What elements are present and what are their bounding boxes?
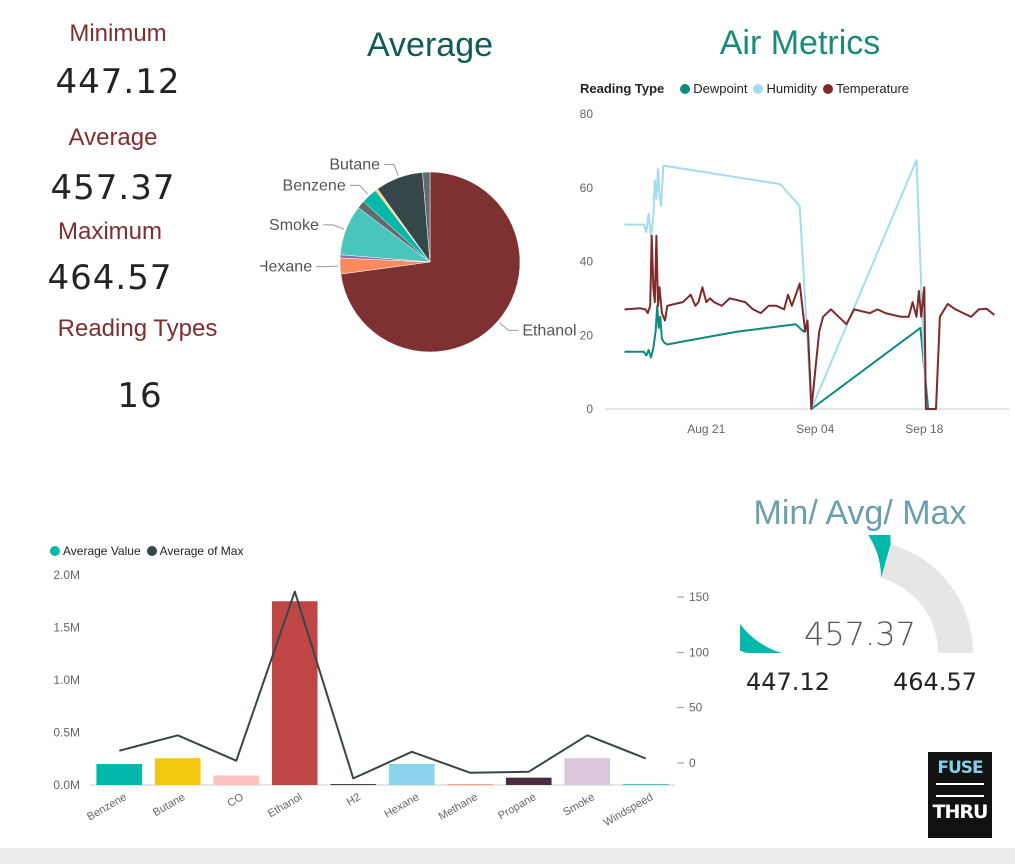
bar-windspeed [622, 783, 669, 785]
legend-item-temperature[interactable]: Temperature [823, 81, 909, 96]
logo-divider [936, 783, 984, 797]
fusethru-logo: FUSE THRU [928, 752, 992, 838]
maximum-label: Maximum [57, 218, 162, 245]
line-chart: 0 20 40 60 80 Aug 21 Sep 04 Sep 18 [580, 107, 1010, 436]
legend-label-temperature: Temperature [836, 81, 910, 96]
legend-item-dewpoint[interactable]: Dewpoint [680, 81, 747, 96]
x-category-label: CO [225, 791, 246, 810]
legend-dot-dewpoint [680, 83, 691, 94]
y-right-tick-label: 100 [689, 645, 709, 659]
gauge: 457.37 447.12 464.57 [740, 535, 977, 695]
legend-dot-average-of-max [146, 546, 157, 556]
x-category-label: H2 [345, 791, 363, 808]
pie-slice-label: Butane [329, 156, 380, 173]
legend-dot-average-value [50, 546, 60, 556]
x-category-label: Ethanol [266, 791, 304, 820]
gauge-value-label: 457.37 [804, 615, 916, 653]
gauge-title: Min/ Avg/ Max [753, 494, 967, 532]
average-label: Average [68, 124, 158, 151]
legend-label-humidity: Humidity [766, 81, 818, 96]
bar-smoke [564, 758, 611, 785]
legend-item-average-value[interactable]: Average Value [50, 544, 141, 558]
x-tick-label: Sep 04 [796, 422, 834, 436]
bar-chart-legend: Average Value Average of Max [50, 544, 243, 558]
gauge-max-label: 464.57 [893, 668, 977, 695]
bar-methane [447, 784, 494, 785]
pie-leader-line [349, 184, 369, 195]
y-tick-label: 0 [586, 402, 593, 416]
x-category-label: Hexane [382, 791, 421, 820]
pie-leader-line [322, 224, 345, 230]
maximum-value: 464.57 [47, 258, 173, 298]
pie-chart-title: Average [366, 26, 494, 64]
y-left-tick-label: 1.5M [53, 621, 80, 635]
y-left-tick-label: 2.0M [53, 568, 80, 582]
bar-ethanol [271, 601, 318, 785]
reading-types-value: 16 [117, 376, 163, 416]
series-line-dewpoint [624, 304, 930, 410]
pie-leader-line [498, 322, 519, 331]
y-right-tick-label: 150 [689, 590, 709, 604]
logo-line2: THRU [932, 801, 989, 823]
series-line-humidity [624, 159, 927, 410]
x-category-label: Propane [496, 791, 538, 822]
legend-dot-humidity [753, 83, 764, 94]
line-chart-legend: Reading Type Dewpoint Humidity Temperatu… [580, 81, 909, 96]
x-tick-label: Aug 21 [687, 422, 725, 436]
legend-label-average-value: Average Value [63, 544, 141, 558]
bar-propane [505, 777, 552, 785]
y-tick-label: 20 [580, 328, 594, 342]
reading-types-label: Reading Types [57, 315, 218, 342]
line-chart-title: Air Metrics [719, 24, 881, 62]
y-tick-label: 60 [580, 181, 594, 195]
minimum-value: 447.12 [55, 62, 181, 102]
series-line-average-of-max [119, 590, 647, 780]
x-category-label: Methane [437, 791, 480, 823]
y-right-tick-label: 50 [689, 701, 703, 715]
x-category-label: Butane [151, 791, 187, 819]
bar-chart: 0.0M 0.5M 1.0M 1.5M 2.0M 0 50 100 150 Benzene Buta… [53, 568, 709, 829]
legend-label-average-of-max: Average of Max [159, 544, 244, 558]
pie-slice-label: Ethanol [522, 322, 576, 339]
x-category-label: Windspeed [602, 791, 656, 829]
pie-chart: Ethanol Hexane Smoke Benzene Butane [260, 156, 577, 353]
legend-dot-temperature [823, 83, 834, 94]
legend-item-humidity[interactable]: Humidity [753, 81, 817, 96]
x-tick-label: Sep 18 [905, 422, 943, 436]
y-left-tick-label: 0.5M [53, 726, 80, 740]
y-tick-label: 80 [580, 107, 594, 121]
logo-line1: FUSE [937, 758, 983, 778]
series-line-temperature [624, 234, 996, 410]
average-value: 457.37 [50, 168, 176, 208]
y-right-tick-label: 0 [689, 756, 696, 770]
pie-slice-label: Benzene [283, 177, 346, 194]
pie-slice-label: Smoke [269, 217, 319, 234]
x-category-label: Benzene [85, 791, 129, 823]
y-tick-label: 40 [580, 255, 594, 269]
x-category-label: Smoke [561, 791, 597, 819]
legend-title: Reading Type [580, 81, 665, 96]
pie-slice-label: Hexane [260, 259, 312, 276]
pie-leader-line [316, 265, 339, 268]
pie-leader-line [384, 163, 399, 176]
minimum-label: Minimum [69, 20, 167, 47]
bar-butane [154, 758, 201, 785]
y-left-tick-label: 1.0M [53, 673, 80, 687]
y-left-tick-label: 0.0M [53, 778, 80, 792]
bar-co [213, 775, 260, 785]
bar-hexane [388, 764, 435, 785]
bar-h2 [330, 784, 377, 785]
gauge-min-label: 447.12 [746, 668, 830, 695]
legend-item-average-of-max[interactable]: Average of Max [146, 544, 244, 558]
bar-benzene [96, 764, 143, 785]
legend-label-dewpoint: Dewpoint [693, 81, 748, 96]
footer-bar [0, 848, 1015, 864]
